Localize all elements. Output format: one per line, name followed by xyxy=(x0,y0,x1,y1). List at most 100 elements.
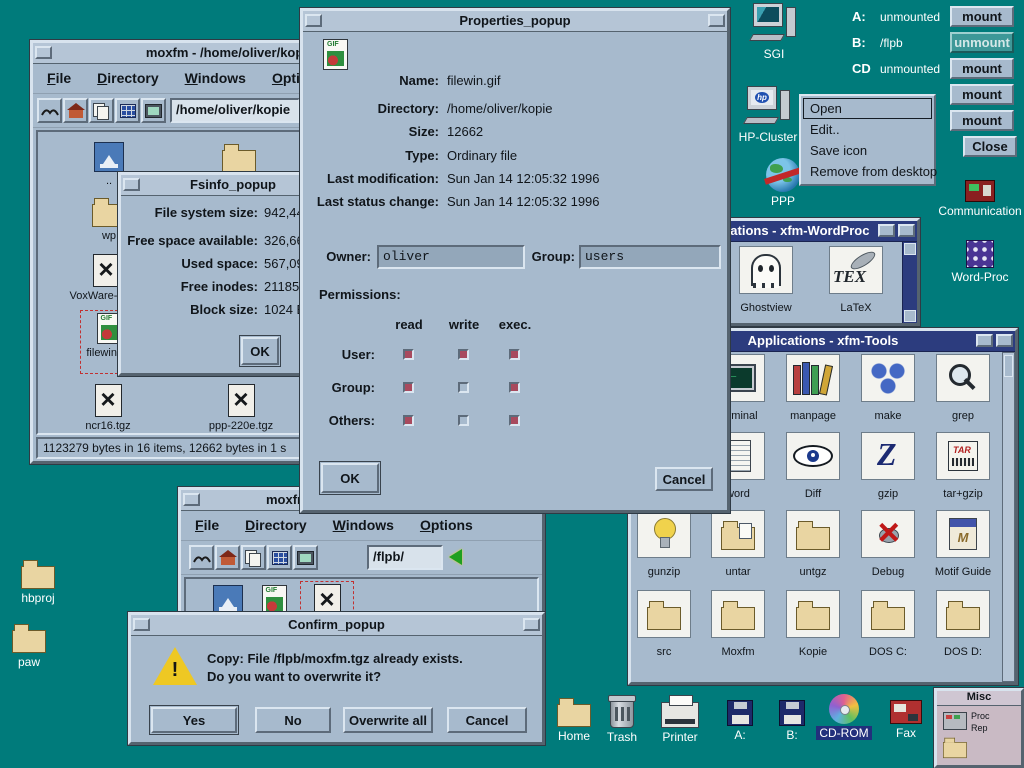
window-menu-box[interactable] xyxy=(133,618,150,631)
desktop-icon-fax[interactable]: Fax xyxy=(878,694,934,740)
desktop-icon-cdrom[interactable]: CD-ROM xyxy=(814,694,874,740)
menu-file[interactable]: File xyxy=(195,517,219,536)
logo-button[interactable] xyxy=(37,98,62,123)
perm-others-exec-checkbox[interactable] xyxy=(509,415,520,426)
desktop-icon-communication[interactable]: Communication xyxy=(934,174,1024,218)
app-item-diff[interactable]: Diff xyxy=(776,432,850,500)
scrollbar[interactable] xyxy=(902,242,917,323)
app-item-make[interactable]: make xyxy=(851,354,925,422)
unmount-button[interactable]: unmount xyxy=(950,32,1014,53)
perm-others-read-checkbox[interactable] xyxy=(403,415,414,426)
app-item-grep[interactable]: grep xyxy=(926,354,1000,422)
scroll-up-arrow[interactable] xyxy=(904,243,916,255)
app-item-manpage[interactable]: manpage xyxy=(776,354,850,422)
scroll-thumb[interactable] xyxy=(1004,355,1013,377)
menu-file[interactable]: File xyxy=(47,70,71,89)
app-item-ghostview[interactable]: Ghostview xyxy=(731,246,801,314)
desktop-icon-hp-cluster[interactable]: HP-Cluster xyxy=(735,86,801,144)
titlebar[interactable]: Misc xyxy=(937,691,1021,706)
menu-item-save-icon[interactable]: Save icon xyxy=(803,140,932,161)
app-item-untgz[interactable]: untgz xyxy=(776,510,850,578)
desktop-icon-drive-a[interactable]: A: xyxy=(714,696,766,742)
desktop-icon-printer[interactable]: Printer xyxy=(650,694,710,744)
app-item-dos-c[interactable]: DOS C: xyxy=(851,590,925,658)
home-button[interactable] xyxy=(63,98,88,123)
perm-others-write-checkbox[interactable] xyxy=(458,415,469,426)
app-item-src[interactable]: src xyxy=(627,590,701,658)
file-item-ppp-220e[interactable]: ppp-220e.tgz xyxy=(183,384,299,432)
menu-item-open[interactable]: Open xyxy=(803,98,932,119)
desktop-icon-drive-b[interactable]: B: xyxy=(766,696,818,742)
titlebar[interactable]: Properties_popup xyxy=(303,11,727,32)
maximize-box[interactable] xyxy=(523,618,540,631)
maximize-box[interactable] xyxy=(898,224,915,237)
copy-button[interactable] xyxy=(241,545,266,570)
owner-field[interactable]: oliver xyxy=(377,245,525,269)
menu-windows[interactable]: Windows xyxy=(185,70,246,89)
maximize-box[interactable] xyxy=(708,14,725,27)
maximize-box[interactable] xyxy=(996,334,1013,347)
scrollbar[interactable] xyxy=(1002,352,1015,682)
copy-button[interactable] xyxy=(89,98,114,123)
file-item-ncr16[interactable]: ncr16.tgz xyxy=(56,384,160,432)
titlebar[interactable]: Confirm_popup xyxy=(131,615,542,636)
menu-item-remove-from-desktop[interactable]: Remove from desktop xyxy=(803,161,932,182)
path-field[interactable]: /home/oliver/kopie xyxy=(170,98,300,123)
menu-options[interactable]: Options xyxy=(420,517,473,536)
window-menu-box[interactable] xyxy=(35,46,52,59)
cancel-button[interactable]: Cancel xyxy=(447,707,527,733)
app-item-moxfm[interactable]: Moxfm xyxy=(701,590,775,658)
scroll-down-arrow[interactable] xyxy=(904,310,916,322)
desktop-icon-trash[interactable]: Trash xyxy=(594,694,650,744)
back-arrow-icon[interactable] xyxy=(449,549,462,565)
home-button[interactable] xyxy=(215,545,240,570)
ok-button[interactable]: OK xyxy=(321,463,379,493)
ok-button[interactable]: OK xyxy=(241,337,279,365)
overwrite-all-button[interactable]: Overwrite all xyxy=(343,707,433,733)
iconify-box[interactable] xyxy=(976,334,993,347)
logo-button[interactable] xyxy=(189,545,214,570)
perm-user-exec-checkbox[interactable] xyxy=(509,349,520,360)
path-field[interactable]: /flpb/ xyxy=(367,545,443,570)
window-menu-box[interactable] xyxy=(123,178,140,191)
app-item-kopie[interactable]: Kopie xyxy=(776,590,850,658)
menu-directory[interactable]: Directory xyxy=(97,70,158,89)
menu-directory[interactable]: Directory xyxy=(245,517,306,536)
desktop-icon-paw[interactable]: paw xyxy=(0,622,58,669)
terminal-button[interactable] xyxy=(141,98,166,123)
desktop-icon-sgi[interactable]: SGI xyxy=(743,3,805,61)
mount-button[interactable]: mount xyxy=(950,58,1014,79)
perm-group-read-checkbox[interactable] xyxy=(403,382,414,393)
close-button[interactable]: Close xyxy=(963,136,1017,157)
apps-button[interactable] xyxy=(115,98,140,123)
app-item-debug[interactable]: Debug xyxy=(851,510,925,578)
perm-user-write-checkbox[interactable] xyxy=(458,349,469,360)
mount-button[interactable]: mount xyxy=(950,6,1014,27)
desktop-icon-hbproj[interactable]: hbproj xyxy=(6,558,70,605)
no-button[interactable]: No xyxy=(255,707,331,733)
iconify-box[interactable] xyxy=(878,224,895,237)
app-item-tar-gzip[interactable]: tar+gzip xyxy=(926,432,1000,500)
window-menu-box[interactable] xyxy=(305,14,322,27)
yes-button[interactable]: Yes xyxy=(151,707,237,733)
group-field[interactable]: users xyxy=(579,245,721,269)
menu-windows[interactable]: Windows xyxy=(333,517,394,536)
file-item-parent-dir[interactable] xyxy=(206,585,250,615)
terminal-button[interactable] xyxy=(293,545,318,570)
mount-button[interactable]: mount xyxy=(950,110,1014,131)
menu-item-edit[interactable]: Edit.. xyxy=(803,119,932,140)
mount-button[interactable]: mount xyxy=(950,84,1014,105)
apps-button[interactable] xyxy=(267,545,292,570)
perm-group-exec-checkbox[interactable] xyxy=(509,382,520,393)
cancel-button[interactable]: Cancel xyxy=(655,467,713,491)
perm-group-write-checkbox[interactable] xyxy=(458,382,469,393)
perm-user-read-checkbox[interactable] xyxy=(403,349,414,360)
app-item-gzip[interactable]: gzip xyxy=(851,432,925,500)
app-item-untar[interactable]: untar xyxy=(701,510,775,578)
desktop-icon-word-proc[interactable]: Word-Proc xyxy=(938,240,1022,284)
window-menu-box[interactable] xyxy=(183,493,200,506)
app-item-gunzip[interactable]: gunzip xyxy=(627,510,701,578)
file-item-folder[interactable] xyxy=(203,142,275,176)
app-item-dos-d[interactable]: DOS D: xyxy=(926,590,1000,658)
app-item-motif-guide[interactable]: Motif Guide xyxy=(926,510,1000,578)
